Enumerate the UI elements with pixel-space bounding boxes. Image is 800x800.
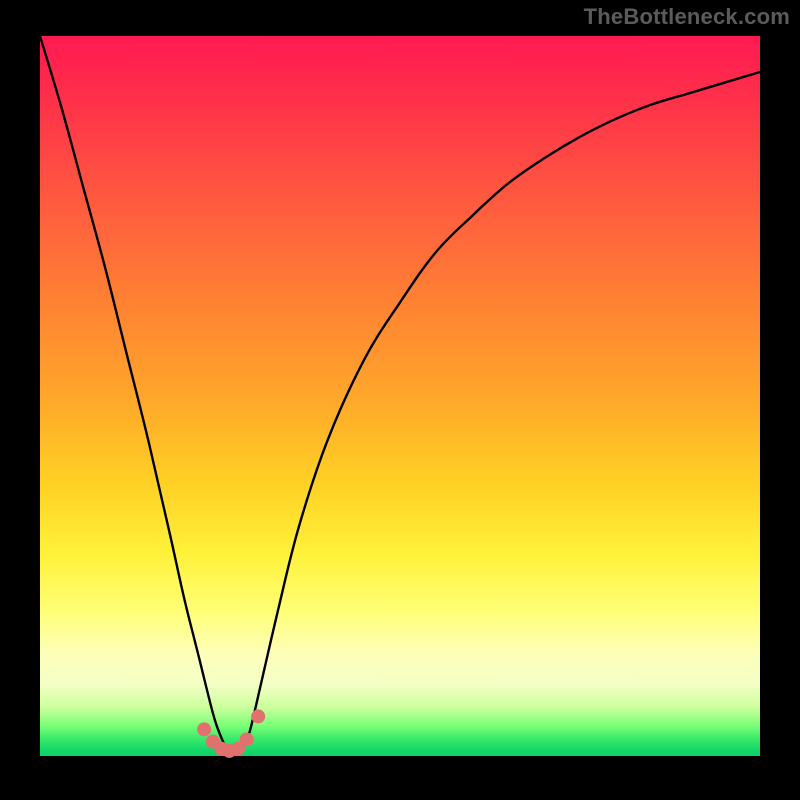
bottleneck-curve (40, 36, 760, 752)
watermark-text: TheBottleneck.com (584, 4, 790, 30)
trough-dot (197, 722, 211, 736)
trough-dot (240, 732, 254, 746)
plot-area (40, 36, 760, 756)
trough-dot (251, 709, 265, 723)
trough-marker-group (197, 709, 265, 758)
curve-svg (40, 36, 760, 756)
chart-frame: TheBottleneck.com (0, 0, 800, 800)
